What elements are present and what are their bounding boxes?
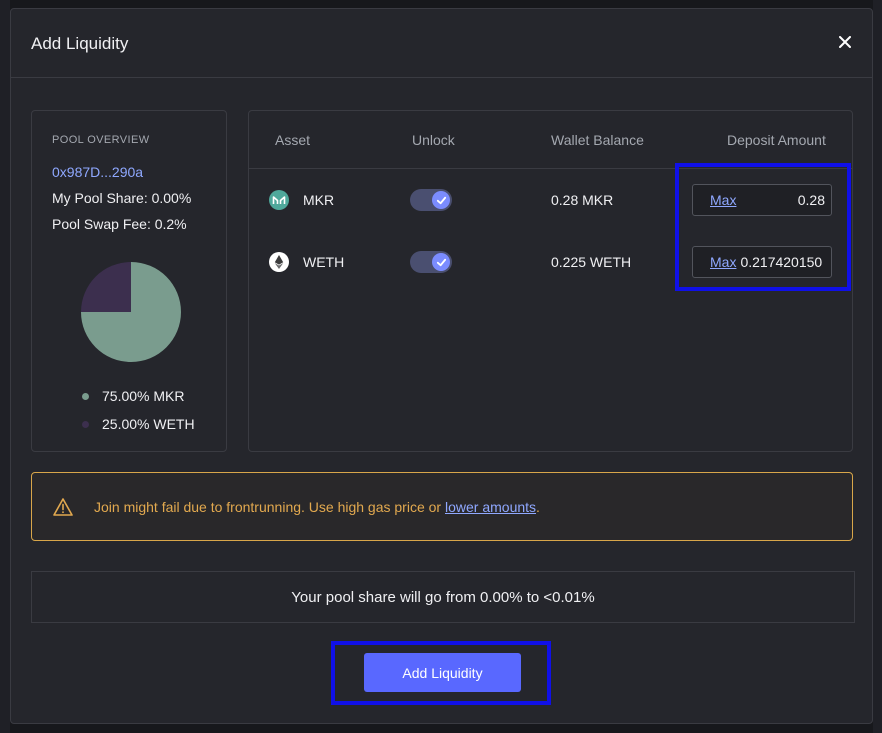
pool-overview-heading: POOL OVERVIEW: [52, 134, 150, 146]
toggle-knob: [432, 253, 450, 271]
pool-share-summary: Your pool share will go from 0.00% to <0…: [31, 571, 855, 623]
close-button[interactable]: [834, 31, 856, 53]
frontrunning-warning: Join might fail due to frontrunning. Use…: [31, 472, 853, 541]
max-button-mkr[interactable]: Max: [710, 192, 736, 208]
pool-overview-panel: POOL OVERVIEW 0x987D...290a My Pool Shar…: [31, 110, 227, 452]
check-icon: [436, 258, 446, 266]
toggle-knob: [432, 191, 450, 209]
my-pool-share: My Pool Share: 0.00%: [52, 190, 192, 206]
modal-title: Add Liquidity: [31, 34, 129, 53]
column-header-unlock: Unlock: [412, 132, 455, 148]
warning-text: Join might fail due to frontrunning. Use…: [94, 499, 445, 515]
pool-address-link[interactable]: 0x987D...290a: [52, 164, 143, 180]
column-header-asset: Asset: [275, 132, 311, 148]
add-liquidity-modal: Add Liquidity POOL OVERVIEW 0x987D...290…: [10, 8, 873, 724]
legend-item-weth: 25.00% WETH: [82, 416, 195, 432]
legend-dot-weth: [82, 420, 89, 428]
pie-slice-1: [81, 262, 131, 312]
unlock-toggle-weth[interactable]: [410, 251, 452, 273]
wallet-balance-weth: 0.225 WETH: [551, 254, 632, 270]
legend-label-mkr: 75.00% MKR: [102, 388, 185, 404]
warning-suffix: .: [536, 499, 540, 515]
modal-header: Add Liquidity: [11, 9, 872, 78]
eth-icon: [269, 252, 289, 272]
wallet-balance-mkr: 0.28 MKR: [551, 192, 614, 208]
asset-name-mkr: MKR: [303, 192, 335, 208]
deposit-input-weth[interactable]: [740, 254, 825, 270]
deposit-field-mkr: Max: [692, 184, 832, 216]
legend-label-weth: 25.00% WETH: [102, 416, 195, 432]
pool-share-summary-text: Your pool share will go from 0.00% to <0…: [291, 588, 595, 606]
header-divider: [249, 168, 852, 169]
check-icon: [436, 196, 446, 204]
deposit-input-mkr[interactable]: [740, 192, 825, 208]
assets-table-panel: Asset Unlock Wallet Balance Deposit Amou…: [248, 110, 853, 452]
background-panel: [0, 0, 10, 733]
pool-swap-fee: Pool Swap Fee: 0.2%: [52, 216, 187, 232]
add-liquidity-button[interactable]: Add Liquidity: [364, 653, 521, 692]
lower-amounts-link[interactable]: lower amounts: [445, 499, 536, 515]
legend-dot-mkr: [82, 392, 89, 400]
unlock-toggle-mkr[interactable]: [410, 189, 452, 211]
background-panel: [873, 0, 882, 733]
pool-weights-pie-chart: [81, 262, 181, 362]
mkr-icon: [269, 190, 289, 210]
warning-triangle-icon: [53, 498, 73, 516]
column-header-wallet-balance: Wallet Balance: [551, 132, 644, 148]
legend-item-mkr: 75.00% MKR: [82, 388, 184, 404]
close-icon: [839, 36, 851, 48]
max-button-weth[interactable]: Max: [710, 254, 736, 270]
asset-name-weth: WETH: [303, 254, 345, 270]
deposit-field-weth: Max: [692, 246, 832, 278]
column-header-deposit-amount: Deposit Amount: [727, 132, 826, 148]
warning-message: Join might fail due to frontrunning. Use…: [94, 499, 540, 515]
